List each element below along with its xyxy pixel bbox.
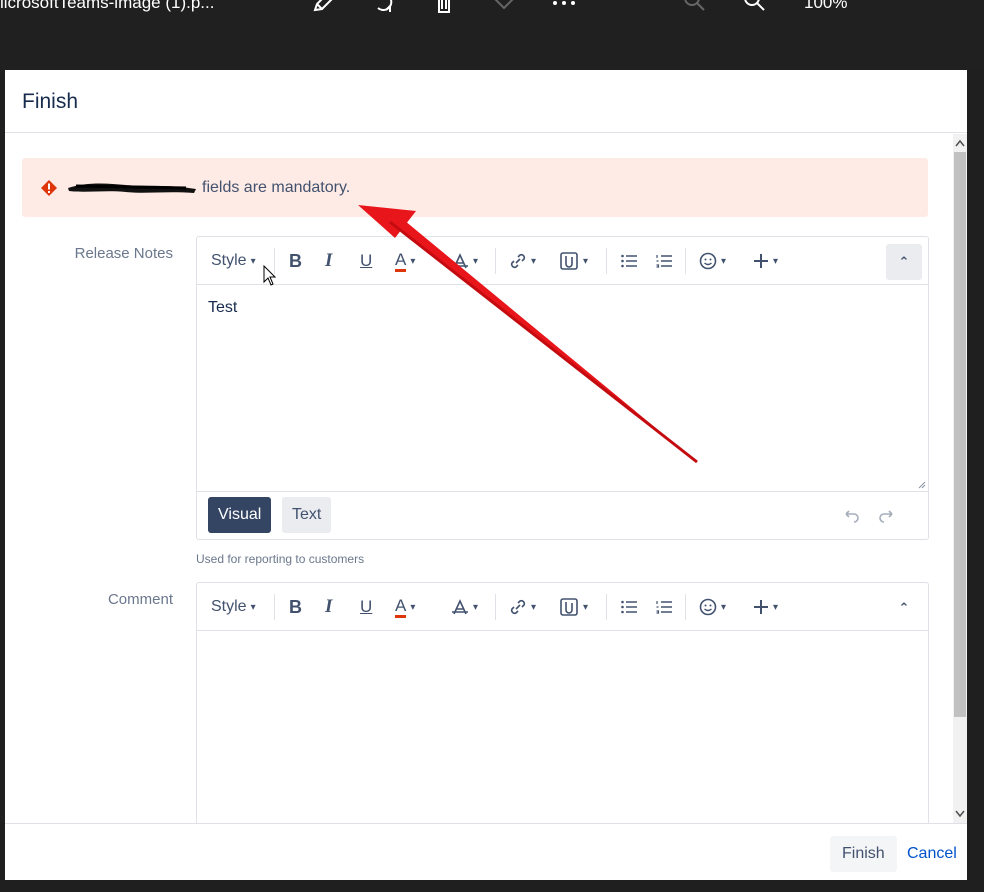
italic-button[interactable]: I [325,237,332,285]
underline-button[interactable]: U [360,583,372,631]
emoji-icon[interactable]: ▾ [699,583,726,631]
text-mode-button[interactable]: Text [282,497,332,533]
underline-button[interactable]: U [360,237,372,285]
more-icon[interactable] [551,0,577,16]
editor-mode-bar: Visual Text [197,491,928,539]
redaction-scribble [68,183,196,193]
editor-toolbar: Style ▾ B I U A ▾ ▾ ▾ ▾ ▾ ▾ ⌃ [197,237,928,285]
scroll-down-icon[interactable] [953,807,967,821]
editor-toolbar: Style ▾ B I U A ▾ ▾ ▾ ▾ ▾ ▾ ⌃ [197,583,928,631]
emoji-icon[interactable]: ▾ [699,237,726,285]
comment-label: Comment [107,591,173,608]
collapse-toolbar-button[interactable]: ⌃ [886,590,922,626]
zoom-out-icon[interactable] [682,0,708,16]
comment-editor: Style ▾ B I U A ▾ ▾ ▾ ▾ ▾ ▾ ⌃ [196,582,929,823]
error-message: fields are mandatory. [202,179,351,196]
collapse-toolbar-button[interactable]: ⌃ [886,244,922,280]
edit-icon[interactable] [310,0,336,16]
bold-button[interactable]: B [289,237,302,285]
release-notes-helper: Used for reporting to customers [196,552,365,566]
zoom-level: 100% [804,0,848,12]
undo-icon[interactable] [842,507,860,525]
delete-icon[interactable] [431,0,457,16]
text-color-button[interactable]: A ▾ [395,237,415,285]
dialog-body: fields are mandatory. Release Notes Styl… [5,134,953,823]
italic-button[interactable]: I [325,583,332,631]
dialog-header: Finish [5,70,967,133]
dialog-footer: Finish Cancel [5,823,967,880]
scroll-up-icon[interactable] [953,136,967,150]
link-icon[interactable]: ▾ [509,583,536,631]
dialog-title: Finish [22,90,79,113]
finish-button[interactable]: Finish [830,836,897,872]
scroll-thumb[interactable] [954,152,966,717]
text-color-button[interactable]: A ▾ [395,583,415,631]
comment-content[interactable] [197,631,928,823]
clear-format-icon[interactable]: ▾ [451,583,478,631]
visual-mode-button[interactable]: Visual [208,497,272,533]
bullet-list-icon[interactable] [621,583,637,631]
favorite-icon[interactable] [491,0,517,16]
mouse-cursor-icon [263,265,277,286]
bold-button[interactable]: B [289,583,302,631]
numbered-list-icon[interactable] [656,237,672,285]
release-notes-content[interactable]: Test [197,285,928,491]
attachment-icon[interactable]: ▾ [559,237,588,285]
numbered-list-icon[interactable] [656,583,672,631]
release-notes-text: Test [208,299,238,316]
cancel-link[interactable]: Cancel [907,836,957,872]
photo-viewer-toolbar: licrosoftTeams-image (1).p... 100% [0,0,984,70]
finish-dialog: Finish fields are mandatory. Release Not… [5,70,967,880]
error-banner: fields are mandatory. [22,158,928,217]
dialog-scrollbar[interactable] [953,134,967,823]
release-notes-editor: Style ▾ B I U A ▾ ▾ ▾ ▾ ▾ ▾ ⌃ Test Visua… [196,236,929,540]
error-icon [41,180,57,196]
insert-more-icon[interactable]: ▾ [753,583,778,631]
zoom-in-icon[interactable] [742,0,768,16]
attachment-icon[interactable]: ▾ [559,583,588,631]
insert-more-icon[interactable]: ▾ [753,237,778,285]
rotate-icon[interactable] [372,0,398,16]
bullet-list-icon[interactable] [621,237,637,285]
release-notes-label: Release Notes [74,245,173,262]
style-dropdown[interactable]: Style ▾ [211,237,256,285]
style-dropdown[interactable]: Style ▾ [211,583,256,631]
link-icon[interactable]: ▾ [509,237,536,285]
resize-grip-icon[interactable] [916,479,926,489]
viewer-file-title: licrosoftTeams-image (1).p... [0,0,215,12]
clear-format-icon[interactable]: ▾ [451,237,478,285]
redo-icon[interactable] [878,507,896,525]
